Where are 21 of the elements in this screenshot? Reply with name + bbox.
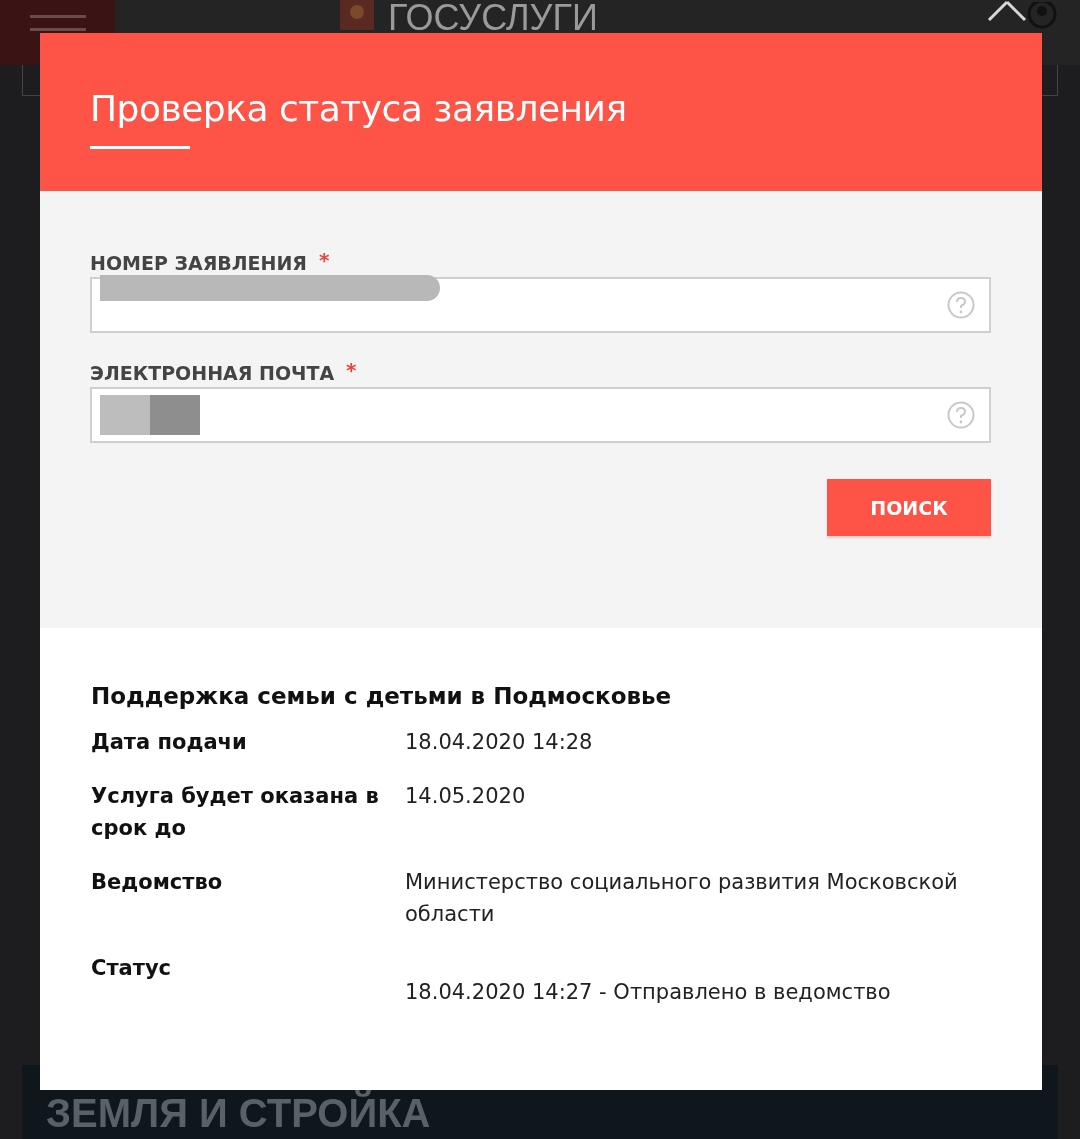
detail-value: Министерство социального развития Московской области [405,868,959,928]
emblem-icon [340,0,374,30]
dialog-title: Проверка статуса заявления [90,87,628,131]
logo-text: ГОСУСЛУГИ [388,0,598,36]
result-title: Поддержка семьи с детьми в Подмосковье [91,682,673,711]
field-label: ЭЛЕКТРОННАЯ ПОЧТА [90,361,335,386]
required-mark: * [319,249,330,271]
detail-value: 14.05.2020 [405,782,527,810]
required-mark: * [346,359,357,381]
help-icon[interactable] [947,291,975,319]
detail-label: Услуга будет оказана в срок до [91,782,380,842]
detail-label: Дата подачи [91,728,248,756]
help-icon[interactable] [947,401,975,429]
detail-value: 18.04.2020 14:27 - Отправлено в ведомство [405,978,892,1006]
detail-value: 18.04.2020 14:28 [405,728,594,756]
input-field[interactable] [90,387,991,443]
input-field[interactable] [90,277,991,333]
detail-label: Ведомство [91,868,224,896]
search-button[interactable]: ПОИСК [827,479,991,536]
detail-label: Статус [91,954,173,982]
field-label: НОМЕР ЗАЯВЛЕНИЯ [90,251,307,276]
